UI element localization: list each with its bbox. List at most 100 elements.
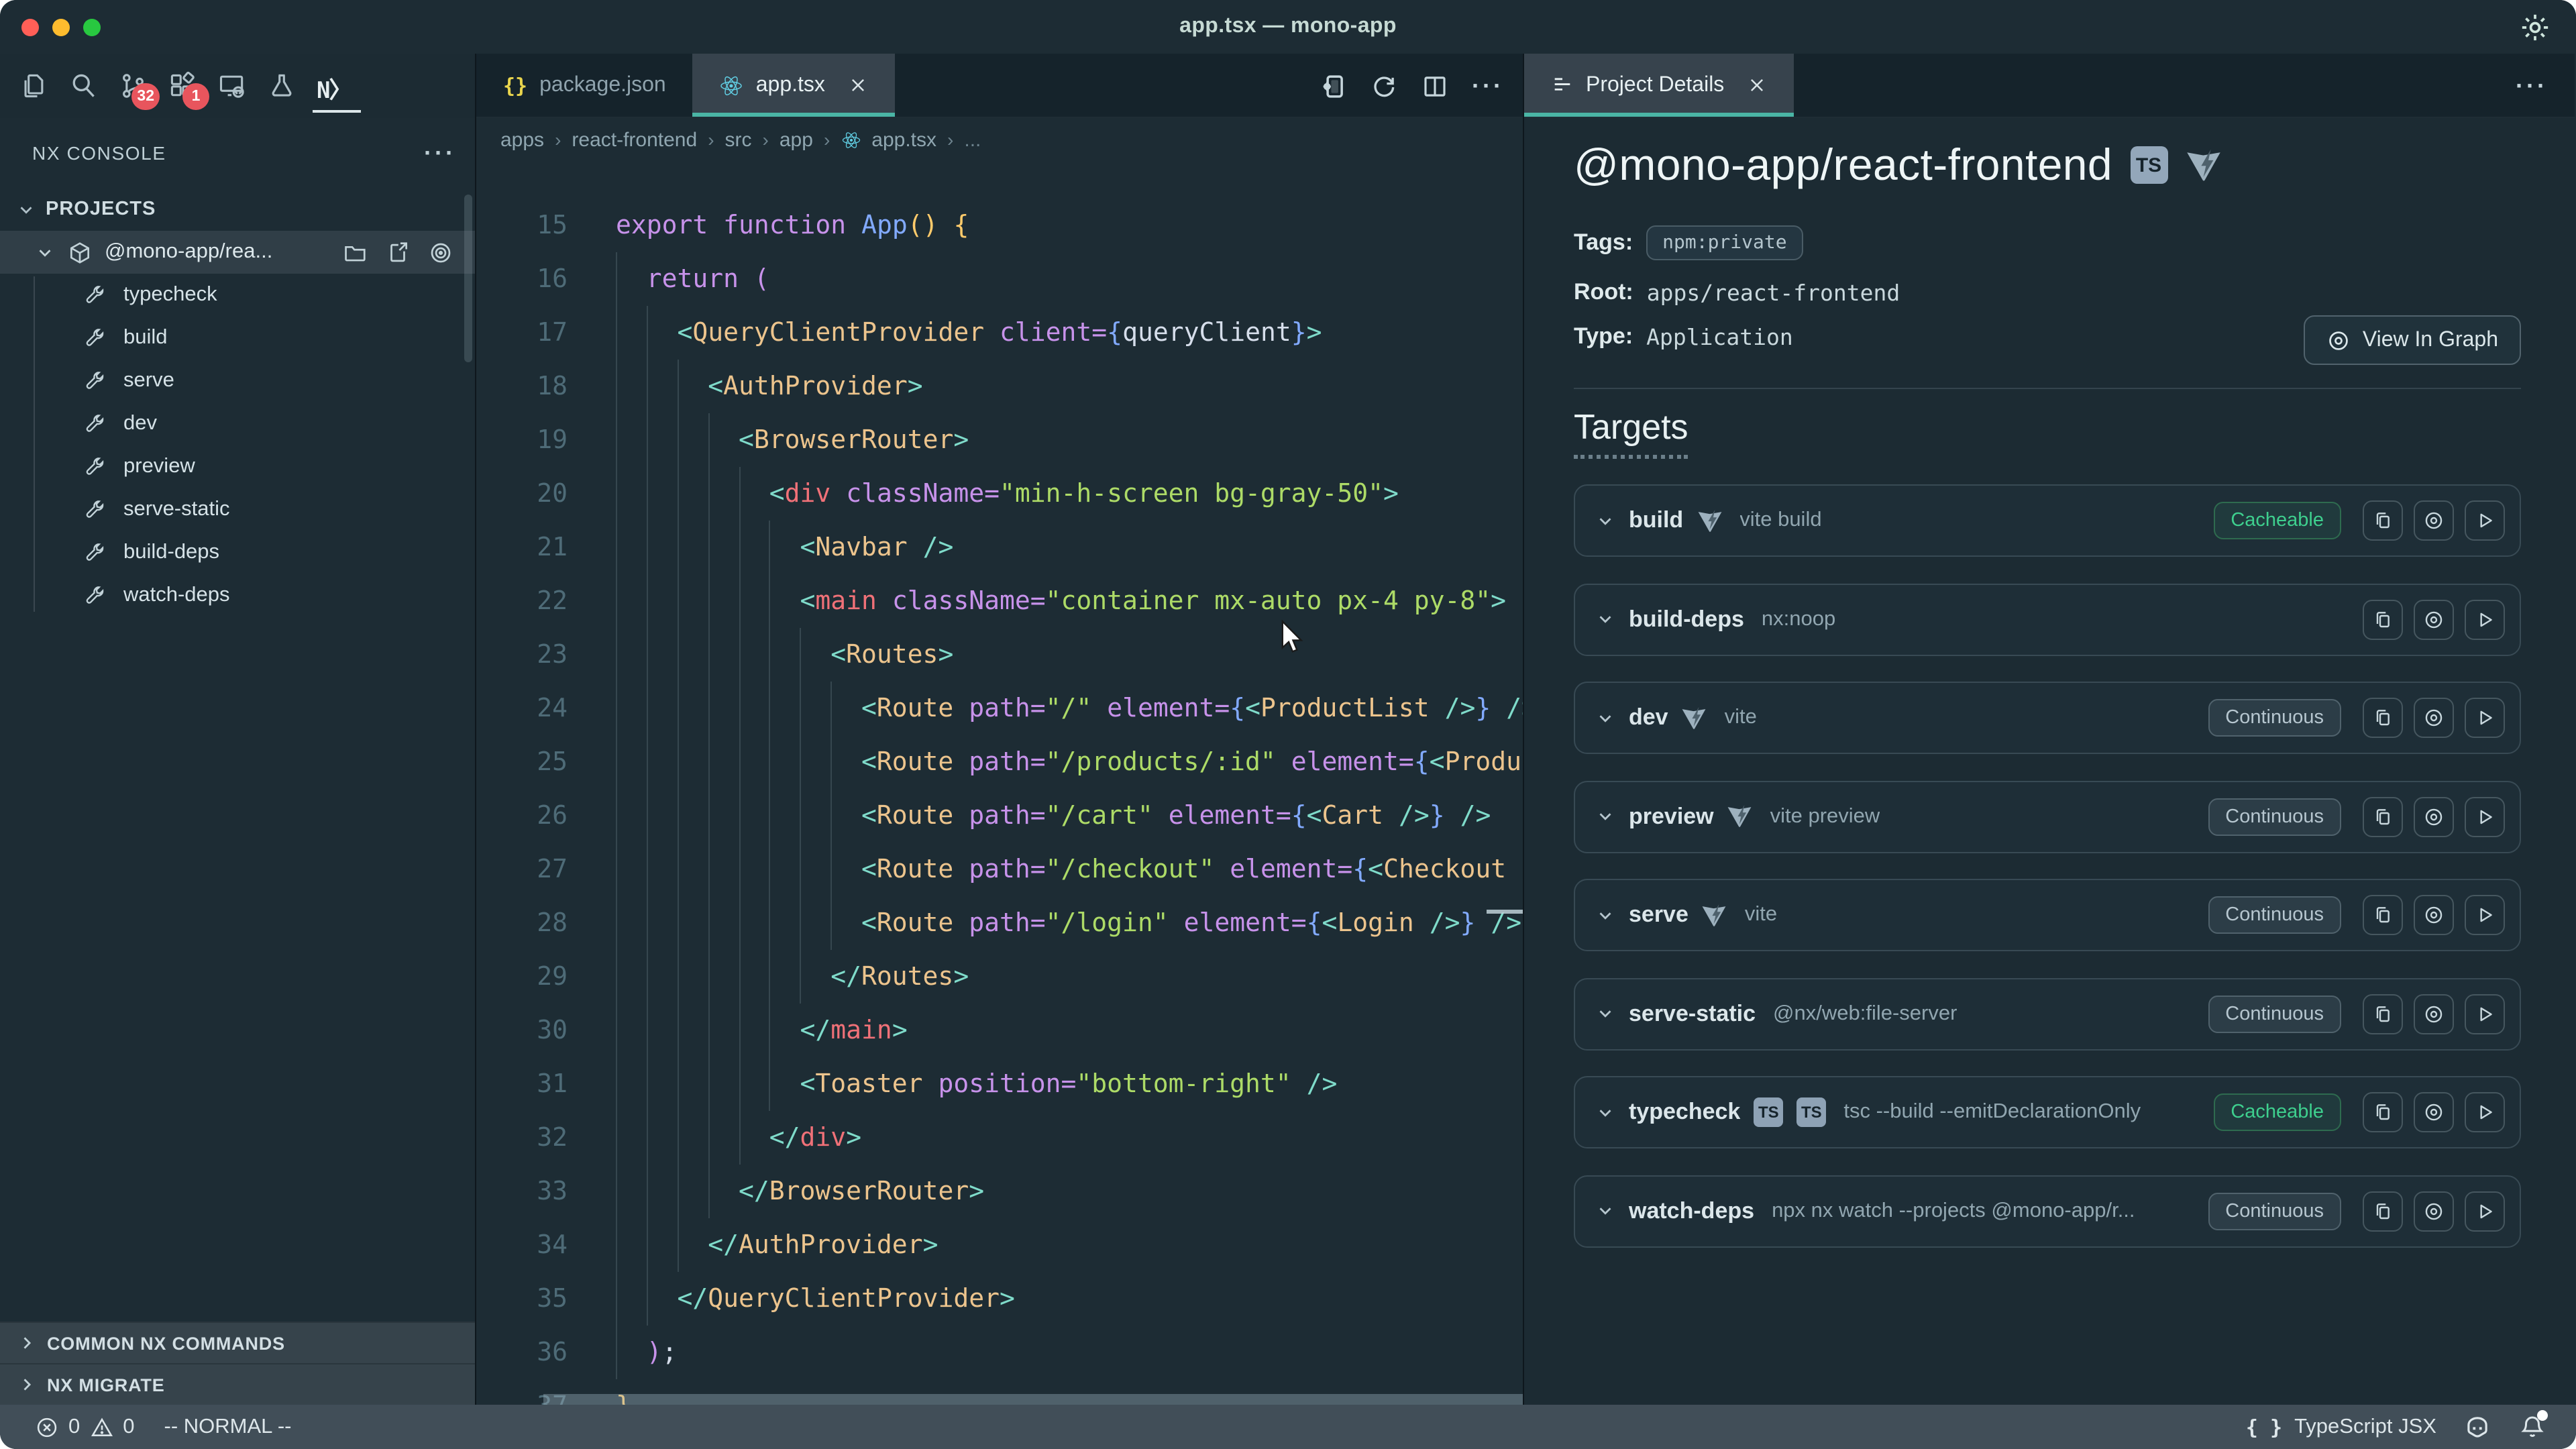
code-editor[interactable]: 15export function App() {16return (17<Qu… xyxy=(476,161,1523,1405)
code-line-34[interactable]: 34</AuthProvider> xyxy=(476,1218,1523,1272)
nx-console-icon[interactable]: N〉 xyxy=(317,71,357,101)
code-line-27[interactable]: 27<Route path="/checkout" element={<Chec… xyxy=(476,843,1523,896)
settings-gear-icon[interactable] xyxy=(2518,11,2552,44)
code-line-36[interactable]: 36); xyxy=(476,1326,1523,1379)
target-card-watch-deps[interactable]: watch-depsnpx nx watch --projects @mono-… xyxy=(1574,1175,2521,1247)
vim-mode-indicator[interactable]: -- NORMAL -- xyxy=(164,1415,292,1439)
code-line-18[interactable]: 18<AuthProvider> xyxy=(476,360,1523,413)
close-tab-icon[interactable] xyxy=(1747,75,1767,95)
language-mode[interactable]: { } TypeScript JSX xyxy=(2246,1415,2436,1439)
sidebar-target-build-deps[interactable]: build-deps xyxy=(0,531,475,574)
code-line-25[interactable]: 25<Route path="/products/:id" element={<… xyxy=(476,735,1523,789)
open-project-details-icon[interactable] xyxy=(1319,72,1347,100)
explorer-icon[interactable] xyxy=(19,71,48,101)
split-editor-icon[interactable] xyxy=(1421,72,1449,100)
folder-icon[interactable] xyxy=(342,239,368,265)
run-target-button[interactable] xyxy=(2465,599,2505,639)
code-line-32[interactable]: 32</div> xyxy=(476,1111,1523,1165)
breadcrumb-item[interactable]: app xyxy=(780,128,813,151)
code-line-26[interactable]: 26<Route path="/cart" element={<Cart />}… xyxy=(476,789,1523,843)
sidebar-target-watch-deps[interactable]: watch-deps xyxy=(0,574,475,617)
code-line-17[interactable]: 17<QueryClientProvider client={queryClie… xyxy=(476,306,1523,360)
tab-app-tsx[interactable]: app.tsx xyxy=(693,54,895,117)
code-line-21[interactable]: 21<Navbar /> xyxy=(476,521,1523,574)
view-target-button[interactable] xyxy=(2414,895,2454,935)
view-in-graph-button[interactable]: View In Graph xyxy=(2304,315,2521,365)
breadcrumb-item[interactable]: src xyxy=(725,128,752,151)
sidebar-project-row[interactable]: @mono-app/rea... xyxy=(0,231,475,274)
source-control-icon[interactable]: 32 xyxy=(118,71,148,101)
code-line-31[interactable]: 31<Toaster position="bottom-right" /> xyxy=(476,1057,1523,1111)
tab-project-details[interactable]: Project Details xyxy=(1524,54,1794,117)
target-card-build[interactable]: buildvite buildCacheable xyxy=(1574,484,2521,557)
sidebar-target-build[interactable]: build xyxy=(0,317,475,360)
code-line-33[interactable]: 33</BrowserRouter> xyxy=(476,1165,1523,1218)
breadcrumb-item[interactable]: app.tsx xyxy=(871,128,936,151)
sidebar-target-serve[interactable]: serve xyxy=(0,360,475,402)
code-line-35[interactable]: 35</QueryClientProvider> xyxy=(476,1272,1523,1326)
breadcrumb[interactable]: apps› react-frontend› src› app› app.tsx›… xyxy=(476,118,1523,161)
sidebar-scrollbar[interactable] xyxy=(464,195,472,362)
breadcrumb-item[interactable]: apps xyxy=(500,128,544,151)
projects-section-header[interactable]: PROJECTS xyxy=(0,188,475,231)
copy-target-button[interactable] xyxy=(2363,1191,2403,1231)
view-target-button[interactable] xyxy=(2414,796,2454,837)
target-card-serve[interactable]: serveviteContinuous xyxy=(1574,879,2521,951)
problems-status[interactable]: 0 0 xyxy=(35,1415,135,1439)
run-target-button[interactable] xyxy=(2465,994,2505,1034)
refresh-icon[interactable] xyxy=(1370,72,1398,100)
run-target-button[interactable] xyxy=(2465,500,2505,541)
breadcrumb-item[interactable]: react-frontend xyxy=(572,128,697,151)
code-line-22[interactable]: 22<main className="container mx-auto px-… xyxy=(476,574,1523,628)
code-line-19[interactable]: 19<BrowserRouter> xyxy=(476,413,1523,467)
code-line-23[interactable]: 23<Routes> xyxy=(476,628,1523,682)
sidebar-target-typecheck[interactable]: typecheck xyxy=(0,274,475,317)
testing-beaker-icon[interactable] xyxy=(267,71,297,101)
target-card-dev[interactable]: devviteContinuous xyxy=(1574,682,2521,754)
code-line-20[interactable]: 20<div className="min-h-screen bg-gray-5… xyxy=(476,467,1523,521)
run-target-button[interactable] xyxy=(2465,796,2505,837)
view-target-button[interactable] xyxy=(2414,1191,2454,1231)
run-target-button[interactable] xyxy=(2465,895,2505,935)
target-card-preview[interactable]: previewvite previewContinuous xyxy=(1574,780,2521,853)
target-card-serve-static[interactable]: serve-static@nx/web:file-serverContinuou… xyxy=(1574,977,2521,1050)
view-target-button[interactable] xyxy=(2414,500,2454,541)
code-line-30[interactable]: 30</main> xyxy=(476,1004,1523,1057)
run-target-button[interactable] xyxy=(2465,1191,2505,1231)
panel-more-actions-icon[interactable]: ··· xyxy=(424,139,456,167)
panel-more-actions-icon[interactable]: ··· xyxy=(2516,54,2548,118)
code-line-15[interactable]: 15export function App() { xyxy=(476,199,1523,252)
remote-explorer-icon[interactable] xyxy=(217,71,247,101)
code-line-29[interactable]: 29</Routes> xyxy=(476,950,1523,1004)
run-target-button[interactable] xyxy=(2465,1092,2505,1132)
breadcrumb-item[interactable]: ... xyxy=(964,128,981,151)
copy-target-button[interactable] xyxy=(2363,1092,2403,1132)
sidebar-target-preview[interactable]: preview xyxy=(0,445,475,488)
common-nx-commands-section[interactable]: COMMON NX COMMANDS xyxy=(0,1322,475,1363)
copy-target-button[interactable] xyxy=(2363,500,2403,541)
run-target-button[interactable] xyxy=(2465,698,2505,738)
target-card-typecheck[interactable]: typecheckTSTStsc --build --emitDeclarati… xyxy=(1574,1076,2521,1148)
copy-target-button[interactable] xyxy=(2363,994,2403,1034)
search-icon[interactable] xyxy=(68,71,98,101)
copy-target-button[interactable] xyxy=(2363,895,2403,935)
copy-target-button[interactable] xyxy=(2363,796,2403,837)
copy-target-button[interactable] xyxy=(2363,698,2403,738)
code-line-28[interactable]: 28<Route path="/login" element={<Login /… xyxy=(476,896,1523,950)
target-card-build-deps[interactable]: build-depsnx:noop xyxy=(1574,583,2521,655)
sidebar-target-dev[interactable]: dev xyxy=(0,402,475,445)
sidebar-target-serve-static[interactable]: serve-static xyxy=(0,488,475,531)
close-tab-icon[interactable] xyxy=(848,75,868,95)
nx-migrate-section[interactable]: NX MIGRATE xyxy=(0,1363,475,1405)
notifications-bell[interactable] xyxy=(2518,1413,2546,1441)
code-line-16[interactable]: 16return ( xyxy=(476,252,1523,306)
view-target-button[interactable] xyxy=(2414,698,2454,738)
open-config-file-icon[interactable] xyxy=(385,239,411,265)
view-target-button[interactable] xyxy=(2414,994,2454,1034)
horizontal-scrollbar[interactable] xyxy=(543,1394,1523,1405)
tab-package-json[interactable]: {} package.json xyxy=(476,54,693,117)
target-icon[interactable] xyxy=(428,239,453,265)
extensions-icon[interactable]: 1 xyxy=(168,71,197,101)
code-line-24[interactable]: 24<Route path="/" element={<ProductList … xyxy=(476,682,1523,735)
view-target-button[interactable] xyxy=(2414,599,2454,639)
